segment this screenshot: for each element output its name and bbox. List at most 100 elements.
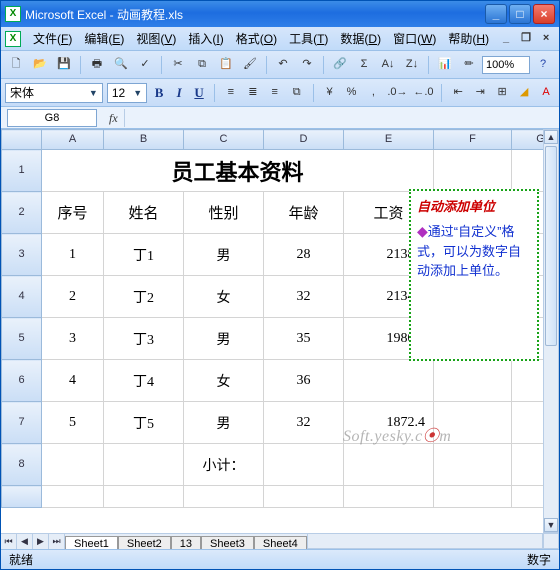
sheet-tab-Sheet3[interactable]: Sheet3 [201, 536, 254, 549]
doc-minimize-button[interactable]: _ [497, 31, 515, 47]
print-preview-button[interactable]: 🔍 [110, 54, 132, 76]
col-header-C[interactable]: C [184, 130, 264, 150]
col-header-E[interactable]: E [344, 130, 434, 150]
title-cell[interactable]: 员工基本资料 [42, 150, 434, 192]
header-2[interactable]: 性别 [184, 192, 264, 234]
print-button[interactable]: 🖶 [86, 54, 108, 76]
row-header-2[interactable]: 2 [2, 192, 42, 234]
tab-prev-button[interactable]: ◀ [17, 534, 33, 549]
font-name-combo[interactable]: 宋体▼ [5, 83, 103, 103]
currency-button[interactable]: ¥ [321, 82, 339, 104]
comma-button[interactable]: , [364, 82, 382, 104]
note-title: 自动添加单位 [417, 197, 531, 217]
row-header-8[interactable]: 8 [2, 444, 42, 486]
menu-3[interactable]: 插入(I) [182, 27, 229, 50]
copy-button[interactable]: ⧉ [191, 54, 213, 76]
menu-8[interactable]: 帮助(H) [442, 27, 495, 50]
name-box[interactable]: G8 [7, 109, 97, 127]
borders-button[interactable]: ⊞ [493, 82, 511, 104]
sort-asc-button[interactable]: A↓ [377, 54, 399, 76]
row-header-1[interactable]: 1 [2, 150, 42, 192]
row-header-6[interactable]: 6 [2, 360, 42, 402]
doc-restore-button[interactable]: ❐ [517, 31, 535, 47]
open-button[interactable]: 📂 [29, 54, 51, 76]
scroll-down-button[interactable]: ▼ [544, 518, 558, 532]
header-0[interactable]: 序号 [42, 192, 104, 234]
tab-last-button[interactable]: ⏭ [49, 534, 65, 549]
tab-next-button[interactable]: ▶ [33, 534, 49, 549]
save-button[interactable]: 💾 [53, 54, 75, 76]
font-size-combo[interactable]: 12▼ [107, 83, 147, 103]
menu-0[interactable]: 文件(F) [27, 27, 78, 50]
hyperlink-button[interactable]: 🔗 [329, 54, 351, 76]
formatting-toolbar: 宋体▼ 12▼ B I U ≡ ≣ ≡ ⧉ ¥ % , .0→ ←.0 ⇤ ⇥ … [1, 79, 559, 107]
col-header-B[interactable]: B [104, 130, 184, 150]
scroll-up-button[interactable]: ▲ [544, 130, 558, 144]
decrease-indent-button[interactable]: ⇤ [449, 82, 467, 104]
horizontal-scrollbar[interactable] [307, 533, 543, 549]
sort-desc-button[interactable]: Z↓ [401, 54, 423, 76]
close-button[interactable]: × [533, 4, 555, 24]
undo-button[interactable]: ↶ [272, 54, 294, 76]
align-left-button[interactable]: ≡ [222, 82, 240, 104]
align-right-button[interactable]: ≡ [266, 82, 284, 104]
paste-button[interactable]: 📋 [215, 54, 237, 76]
align-center-button[interactable]: ≣ [244, 82, 262, 104]
titlebar[interactable]: X Microsoft Excel - 动画教程.xls _ □ × [1, 1, 559, 27]
redo-button[interactable]: ↷ [296, 54, 318, 76]
header-1[interactable]: 姓名 [104, 192, 184, 234]
percent-button[interactable]: % [342, 82, 360, 104]
menu-4[interactable]: 格式(O) [230, 27, 283, 50]
help-button[interactable]: ? [532, 54, 554, 76]
sheet-tab-13[interactable]: 13 [171, 536, 201, 549]
header-3[interactable]: 年龄 [264, 192, 344, 234]
formula-bar: G8 fx [1, 107, 559, 129]
drawing-button[interactable]: ✏ [458, 54, 480, 76]
increase-indent-button[interactable]: ⇥ [471, 82, 489, 104]
underline-button[interactable]: U [191, 83, 207, 103]
sheet-tab-Sheet2[interactable]: Sheet2 [118, 536, 171, 549]
zoom-combo[interactable]: 100% [482, 56, 530, 74]
menu-1[interactable]: 编辑(E) [78, 27, 130, 50]
doc-close-button[interactable]: × [537, 31, 555, 47]
col-header-A[interactable]: A [42, 130, 104, 150]
format-painter-button[interactable]: 🖌 [239, 54, 261, 76]
vertical-scrollbar[interactable]: ▲ ▼ [543, 129, 559, 533]
row-header-7[interactable]: 7 [2, 402, 42, 444]
font-color-button[interactable]: A [537, 82, 555, 104]
cut-button[interactable]: ✂ [167, 54, 189, 76]
row-header-5[interactable]: 5 [2, 318, 42, 360]
fill-color-button[interactable]: ◢ [515, 82, 533, 104]
formula-input[interactable] [124, 109, 559, 127]
autosum-button[interactable]: Σ [353, 54, 375, 76]
col-header-F[interactable]: F [434, 130, 512, 150]
increase-decimal-button[interactable]: .0→ [386, 82, 408, 104]
chart-button[interactable]: 📊 [434, 54, 456, 76]
row-header-3[interactable]: 3 [2, 234, 42, 276]
subtotal-label[interactable]: 小计： [184, 444, 264, 486]
menu-7[interactable]: 窗口(W) [387, 27, 442, 50]
workbook-icon[interactable]: X [5, 31, 21, 47]
sheet-tab-Sheet1[interactable]: Sheet1 [65, 536, 118, 549]
minimize-button[interactable]: _ [485, 4, 507, 24]
row-header-4[interactable]: 4 [2, 276, 42, 318]
maximize-button[interactable]: □ [509, 4, 531, 24]
menu-6[interactable]: 数据(D) [334, 27, 387, 50]
italic-button[interactable]: I [171, 83, 187, 103]
spellcheck-button[interactable]: ✓ [134, 54, 156, 76]
sheet-tab-Sheet4[interactable]: Sheet4 [254, 536, 307, 549]
col-header-G[interactable]: G [512, 130, 544, 150]
decrease-decimal-button[interactable]: ←.0 [412, 82, 434, 104]
tab-first-button[interactable]: ⏮ [1, 534, 17, 549]
select-all-corner[interactable] [2, 130, 42, 150]
vscroll-thumb[interactable] [545, 146, 557, 346]
fx-icon[interactable]: fx [109, 112, 118, 124]
new-button[interactable]: 🗋 [5, 54, 27, 76]
bold-button[interactable]: B [151, 83, 167, 103]
menu-5[interactable]: 工具(T) [283, 27, 334, 50]
excel-app-icon: X [5, 6, 21, 22]
sticky-note[interactable]: 自动添加单位 ◆通过“自定义”格式，可以为数字自动添加上单位。 [409, 189, 539, 361]
merge-center-button[interactable]: ⧉ [288, 82, 306, 104]
menu-2[interactable]: 视图(V) [130, 27, 182, 50]
col-header-D[interactable]: D [264, 130, 344, 150]
